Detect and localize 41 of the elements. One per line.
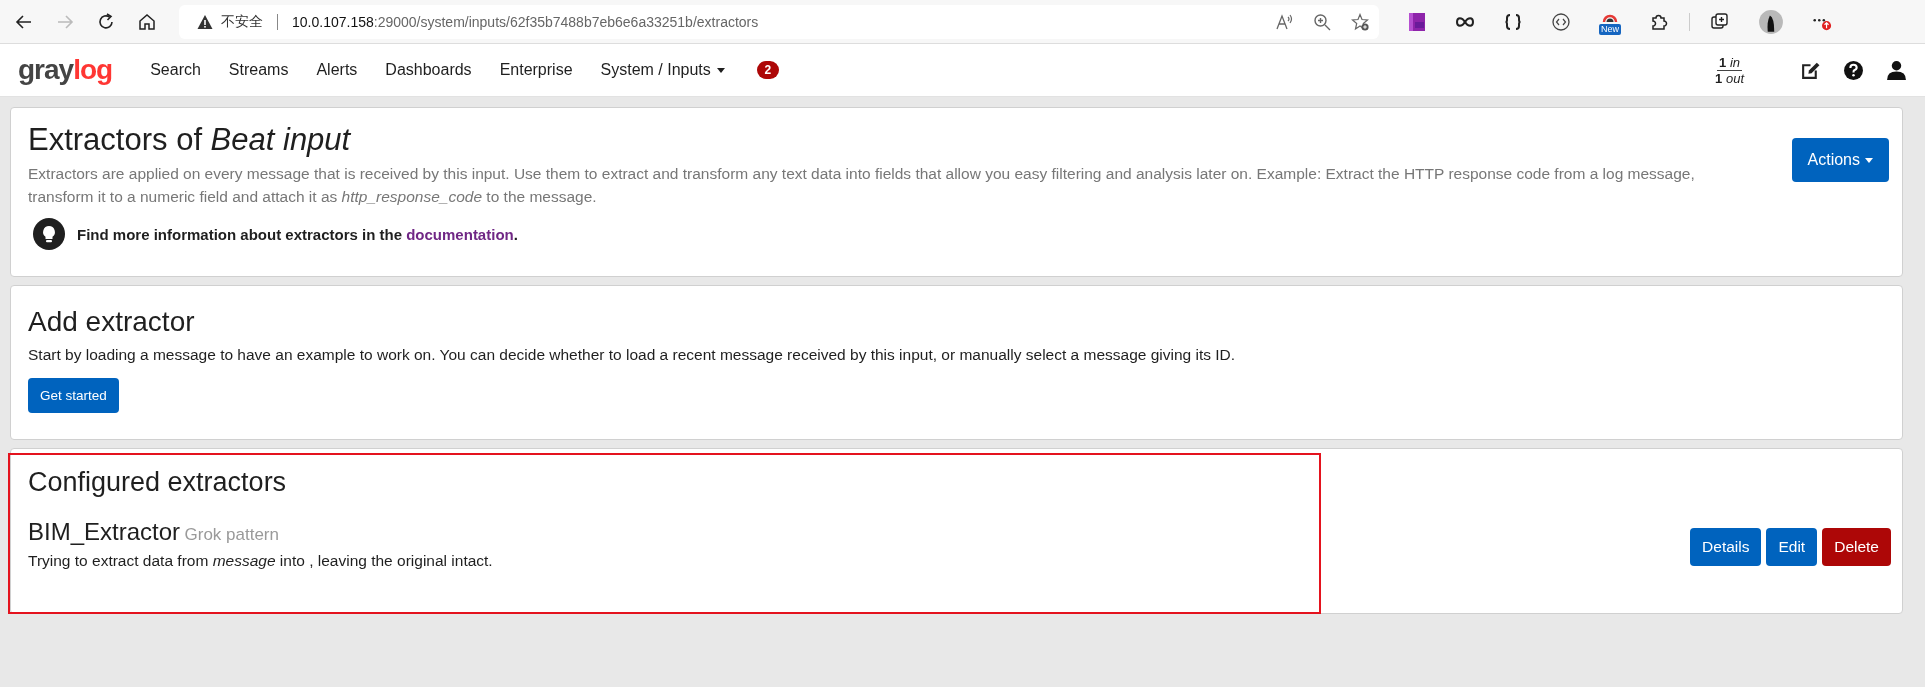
zoom-in-icon[interactable] [1313, 12, 1331, 31]
notification-count[interactable]: 2 [756, 61, 779, 79]
nav-link[interactable]: Streams [214, 61, 303, 79]
graylog-logo[interactable]: graylog [18, 54, 113, 86]
delete-button[interactable]: Delete [1822, 528, 1891, 566]
reload-icon[interactable] [96, 11, 116, 32]
description-text: Start by loading a message to have an example to work on. You can decide whether to load a recent message received by this input, or manually select a message giving its ID. [28, 345, 1237, 365]
url-text: 10.0.107.158:29000/system/inputs/62f35b7488b7eb6e6a33251b/extractors [292, 13, 759, 30]
extension-icon[interactable] [1407, 11, 1427, 32]
action-button[interactable]: Details [1690, 528, 1762, 566]
action-button[interactable]: Edit [1766, 528, 1818, 566]
profile-avatar-icon[interactable] [1758, 8, 1784, 35]
favorite-add-icon[interactable] [1351, 12, 1369, 31]
extractor-description: Trying to extract data from message into , leaving the original intact. [28, 551, 494, 571]
throughput-indicator[interactable]: 1 in 1 out [1715, 54, 1744, 86]
actions-button[interactable]: Actions [1791, 138, 1889, 182]
nav-link[interactable]: Dashboards [371, 61, 486, 79]
description-text: Extractors are applied on every message that is received by this input. Use them to extract and transform any text data into fields that allow you easy filtering and analysis later on. Example: Extract the HTTP response code from a log message, transform it to a numeric field and attach it as http_response_code to the message. [28, 164, 1696, 207]
help-icon[interactable] [1843, 59, 1864, 81]
page-title: Extractors of Beat input [28, 122, 352, 158]
read-aloud-icon[interactable] [1275, 12, 1293, 31]
hint-text: Find more information about extractors in the documentation. [77, 225, 518, 243]
security-label: 不安全 [221, 12, 263, 31]
section-title: Add extractor [28, 306, 196, 338]
lightbulb-icon [33, 218, 65, 250]
documentation-link[interactable]: documentation [406, 225, 514, 243]
extractor-name: BIM_Extractor [28, 518, 181, 545]
nav-link[interactable]: Enterprise [485, 61, 587, 79]
nav-dropdown[interactable]: System / Inputs [586, 61, 739, 79]
braces-icon[interactable] [1503, 11, 1523, 32]
code-circle-icon[interactable] [1551, 11, 1571, 32]
nav-link[interactable]: Alerts [302, 61, 372, 79]
address-bar[interactable]: 不安全 10.0.107.158:29000/system/inputs/62f35b7488b7eb6e6a33251b/extractors [179, 4, 1379, 39]
home-icon[interactable] [137, 11, 157, 32]
user-icon[interactable] [1886, 59, 1907, 81]
get-started-button[interactable]: Get started [28, 378, 119, 413]
warning-icon [197, 13, 213, 30]
section-title: Configured extractors [28, 467, 288, 498]
extractor-type: Grok pattern [184, 525, 279, 544]
collections-icon[interactable] [1710, 11, 1730, 32]
nav-link[interactable]: Search [136, 61, 215, 79]
